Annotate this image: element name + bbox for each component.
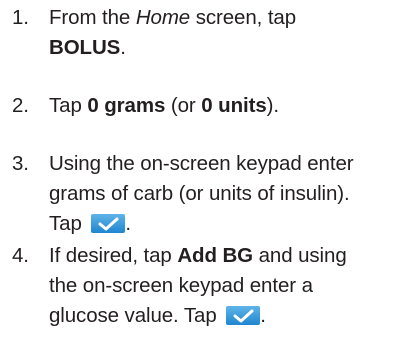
- step-text: From the Home screen, tap BOLUS.: [49, 6, 297, 59]
- step-number: 4.: [12, 244, 29, 267]
- step-text: Using the on-screen keypad enter grams o…: [49, 152, 354, 235]
- checkmark-icon: [98, 217, 119, 231]
- add-bg-label: Add BG: [177, 244, 254, 267]
- zero-grams-label: 0 grams: [87, 94, 166, 117]
- home-screen-name: Home: [135, 6, 191, 29]
- step-text: If desired, tap Add BG and using the on-…: [49, 244, 347, 327]
- bolus-label: BOLUS: [49, 36, 121, 59]
- confirm-check-button: [226, 306, 261, 325]
- checkmark-icon: [233, 309, 254, 323]
- step-number: 1.: [12, 6, 29, 29]
- confirm-check-button: [91, 214, 126, 233]
- step-number: 3.: [12, 152, 29, 175]
- step-text: Tap 0 grams (or 0 units).: [49, 94, 279, 117]
- step-number: 2.: [12, 94, 29, 117]
- zero-units-label: 0 units: [201, 94, 267, 117]
